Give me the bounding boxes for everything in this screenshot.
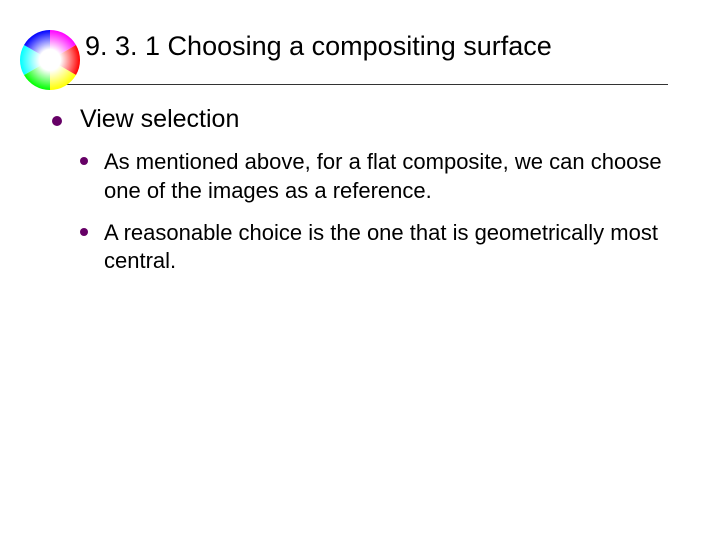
bullet-list-lvl1: View selection As mentioned above, for a… [52, 105, 668, 289]
bullet-list-lvl2: As mentioned above, for a flat composite… [80, 148, 668, 275]
slide-title: 9. 3. 1 Choosing a compositing surface [85, 30, 680, 62]
bullet-icon [52, 116, 62, 126]
color-wheel-icon [20, 30, 80, 90]
slide-content: View selection As mentioned above, for a… [0, 85, 720, 289]
list-item-text: View selection [80, 105, 668, 134]
list-item-text: As mentioned above, for a flat composite… [104, 148, 668, 204]
list-item: A reasonable choice is the one that is g… [80, 219, 668, 275]
slide-header: 9. 3. 1 Choosing a compositing surface [0, 0, 720, 72]
bullet-icon [80, 228, 88, 236]
slide: 9. 3. 1 Choosing a compositing surface V… [0, 0, 720, 540]
list-item-body: View selection As mentioned above, for a… [80, 105, 668, 289]
list-item: As mentioned above, for a flat composite… [80, 148, 668, 204]
list-item-text: A reasonable choice is the one that is g… [104, 219, 668, 275]
bullet-icon [80, 157, 88, 165]
list-item: View selection As mentioned above, for a… [52, 105, 668, 289]
